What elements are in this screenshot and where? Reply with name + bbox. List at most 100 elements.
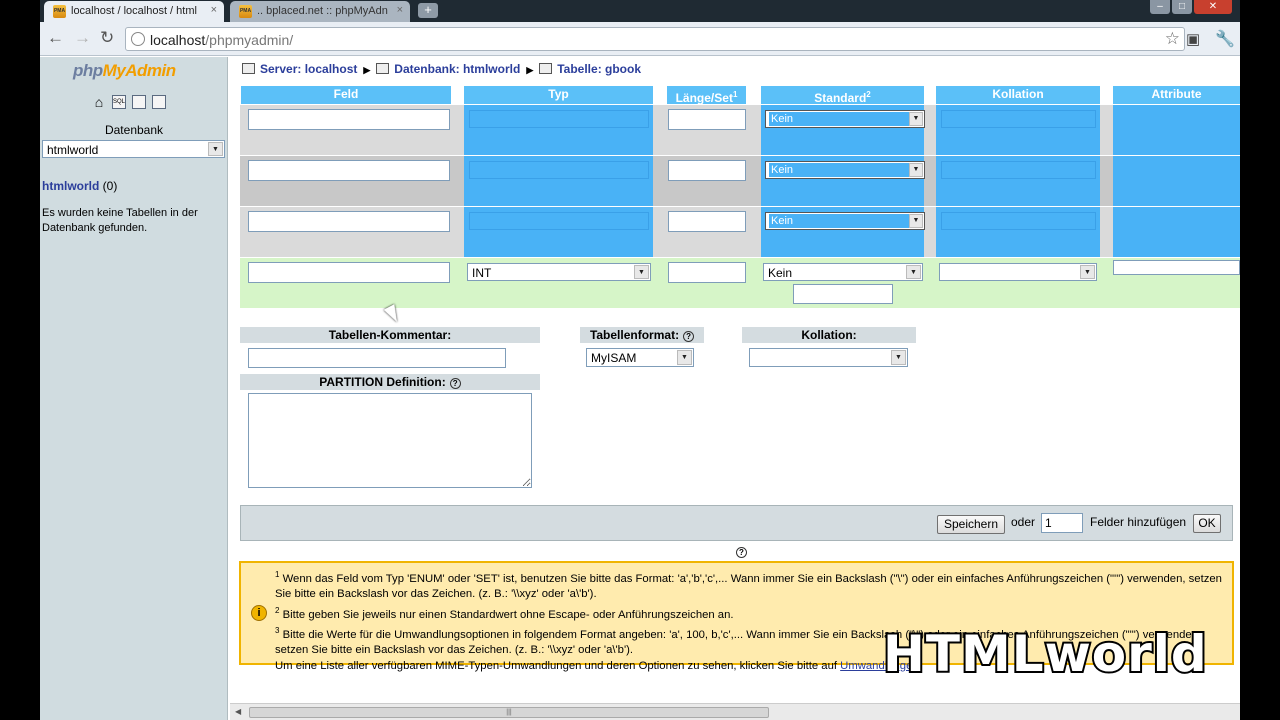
add-fields-label: Felder hinzufügen bbox=[1090, 515, 1187, 529]
tab-label: .. bplaced.net :: phpMyAdn bbox=[257, 5, 388, 17]
field-row: Kein ▼ bbox=[240, 207, 1240, 257]
collation-select[interactable] bbox=[941, 110, 1096, 128]
new-tab-button[interactable]: + bbox=[418, 3, 438, 18]
default-select[interactable]: Kein ▼ bbox=[765, 110, 925, 128]
field-name-input[interactable] bbox=[248, 160, 450, 181]
chevron-down-icon: ▼ bbox=[909, 214, 923, 228]
info-icon: i bbox=[251, 605, 267, 621]
field-row: INT ▼ Kein ▼ ▼ bbox=[240, 258, 1240, 308]
tab-close-icon[interactable]: × bbox=[211, 4, 217, 16]
reload-icon[interactable]: ↻ bbox=[100, 29, 114, 47]
database-link[interactable]: htmlworld (0) bbox=[42, 179, 117, 193]
field-name-input[interactable] bbox=[248, 109, 450, 130]
collation-select[interactable]: ▼ bbox=[939, 263, 1097, 281]
default-cell: Kein ▼ bbox=[761, 156, 925, 206]
type-select[interactable]: INT ▼ bbox=[467, 263, 651, 281]
type-cell bbox=[464, 207, 653, 257]
breadcrumb-table[interactable]: Tabelle: gbook bbox=[557, 62, 641, 76]
field-name-input[interactable] bbox=[248, 211, 450, 232]
address-bar[interactable]: localhost/phpmyadmin/ ☆ bbox=[125, 27, 1185, 51]
length-input[interactable] bbox=[668, 160, 746, 181]
tab-label: localhost / localhost / html bbox=[71, 5, 197, 17]
wrench-icon[interactable]: 🔧 bbox=[1215, 29, 1235, 49]
chevron-down-icon: ▼ bbox=[208, 142, 223, 156]
default-select[interactable]: Kein ▼ bbox=[765, 212, 925, 230]
url-text[interactable]: localhost/phpmyadmin/ bbox=[150, 32, 293, 48]
table-icon bbox=[539, 63, 553, 74]
scroll-left-arrow-icon[interactable]: ◀ bbox=[235, 707, 241, 716]
add-fields-count-value: 1 bbox=[1045, 516, 1052, 530]
notice-line-2-text: Bitte geben Sie jeweils nur einen Standa… bbox=[282, 608, 734, 621]
back-arrow-icon[interactable]: ← bbox=[47, 29, 64, 47]
home-icon[interactable]: ⌂ bbox=[92, 95, 106, 109]
collation-select[interactable] bbox=[941, 212, 1096, 230]
scrollbar-thumb[interactable]: ||| bbox=[249, 707, 769, 718]
field-name-input[interactable] bbox=[248, 262, 450, 283]
table-collation-label-text: Kollation: bbox=[801, 328, 857, 342]
maximize-button[interactable]: □ bbox=[1172, 0, 1192, 14]
chevron-down-icon: ▼ bbox=[677, 350, 692, 365]
page-menu-icon[interactable]: ▣ bbox=[1186, 30, 1200, 48]
add-fields-count-input[interactable]: 1 bbox=[1041, 513, 1083, 533]
length-input[interactable] bbox=[668, 211, 746, 232]
url-path: /phpmyadmin/ bbox=[205, 32, 294, 48]
default-cell: Kein ▼ bbox=[761, 207, 925, 257]
col-header-label: Feld bbox=[333, 87, 359, 101]
window-close-button[interactable]: ✕ bbox=[1194, 0, 1232, 14]
table-comment-label-text: Tabellen-Kommentar: bbox=[328, 328, 452, 342]
tab-close-icon[interactable]: × bbox=[397, 4, 403, 16]
ok-button[interactable]: OK bbox=[1193, 514, 1221, 533]
or-label: oder bbox=[1011, 515, 1036, 529]
chevron-down-icon: ▼ bbox=[634, 265, 649, 279]
length-input[interactable] bbox=[668, 109, 746, 130]
horizontal-scrollbar[interactable]: ◀ ||| bbox=[230, 703, 1240, 720]
breadcrumb-database[interactable]: Datenbank: htmlworld bbox=[394, 62, 520, 76]
chevron-down-icon: ▼ bbox=[891, 350, 906, 365]
forward-arrow-icon[interactable]: → bbox=[74, 29, 91, 47]
table-comment-label: Tabellen-Kommentar: bbox=[240, 327, 540, 343]
attribute-cell[interactable] bbox=[1113, 105, 1240, 155]
type-select[interactable] bbox=[469, 212, 649, 230]
bookmark-star-icon[interactable]: ☆ bbox=[1165, 29, 1180, 49]
type-select[interactable] bbox=[469, 161, 649, 179]
collation-select[interactable] bbox=[941, 161, 1096, 179]
col-header-label: Kollation bbox=[992, 87, 1044, 101]
attribute-cell[interactable] bbox=[1113, 156, 1240, 206]
default-value-input[interactable] bbox=[793, 284, 893, 304]
chevron-down-icon: ▼ bbox=[906, 265, 921, 279]
sql-icon[interactable]: SQL bbox=[112, 95, 126, 109]
table-format-select[interactable]: MyISAM ▼ bbox=[586, 348, 694, 367]
table-comment-input[interactable] bbox=[248, 348, 506, 368]
default-select[interactable]: Kein ▼ bbox=[763, 263, 923, 281]
pma-favicon-icon: PMA bbox=[239, 5, 252, 18]
attribute-cell[interactable] bbox=[1113, 207, 1240, 257]
partition-definition-textarea[interactable] bbox=[248, 393, 532, 488]
breadcrumb-server[interactable]: Server: localhost bbox=[260, 62, 357, 76]
help-icon[interactable]: ? bbox=[736, 547, 747, 558]
default-select[interactable]: Kein ▼ bbox=[765, 161, 925, 179]
minimize-button[interactable]: – bbox=[1150, 0, 1170, 14]
url-host: localhost bbox=[150, 32, 206, 48]
phpmyadmin-logo[interactable]: phpMyAdmin bbox=[73, 61, 176, 81]
footnote-marker: 2 bbox=[275, 605, 280, 615]
default-select-value: Kein bbox=[769, 163, 921, 177]
table-format-value: MyISAM bbox=[591, 351, 637, 365]
attribute-select[interactable] bbox=[1113, 260, 1240, 275]
col-header-standard: Standard2 bbox=[761, 86, 924, 105]
query-window-icon[interactable] bbox=[132, 95, 146, 109]
table-count: (0) bbox=[102, 179, 118, 193]
docs-icon[interactable] bbox=[152, 95, 166, 109]
table-collation-select[interactable]: ▼ bbox=[749, 348, 908, 367]
help-icon[interactable]: ? bbox=[683, 331, 695, 342]
save-button[interactable]: Speichern bbox=[937, 515, 1005, 534]
type-select[interactable] bbox=[469, 110, 649, 128]
database-link-name[interactable]: htmlworld bbox=[42, 179, 99, 193]
col-header-label: Attribute bbox=[1151, 87, 1202, 101]
length-input[interactable] bbox=[668, 262, 746, 283]
database-select[interactable]: htmlworld ▼ bbox=[42, 140, 225, 158]
tab-phpmyadmin-local[interactable]: PMA localhost / localhost / html × bbox=[44, 1, 224, 22]
partition-label-text: PARTITION Definition: bbox=[319, 375, 446, 389]
help-icon[interactable]: ? bbox=[449, 378, 461, 389]
footnote-marker: 1 bbox=[732, 90, 738, 99]
tab-phpmyadmin-bplaced[interactable]: PMA .. bplaced.net :: phpMyAdn × bbox=[230, 1, 410, 22]
